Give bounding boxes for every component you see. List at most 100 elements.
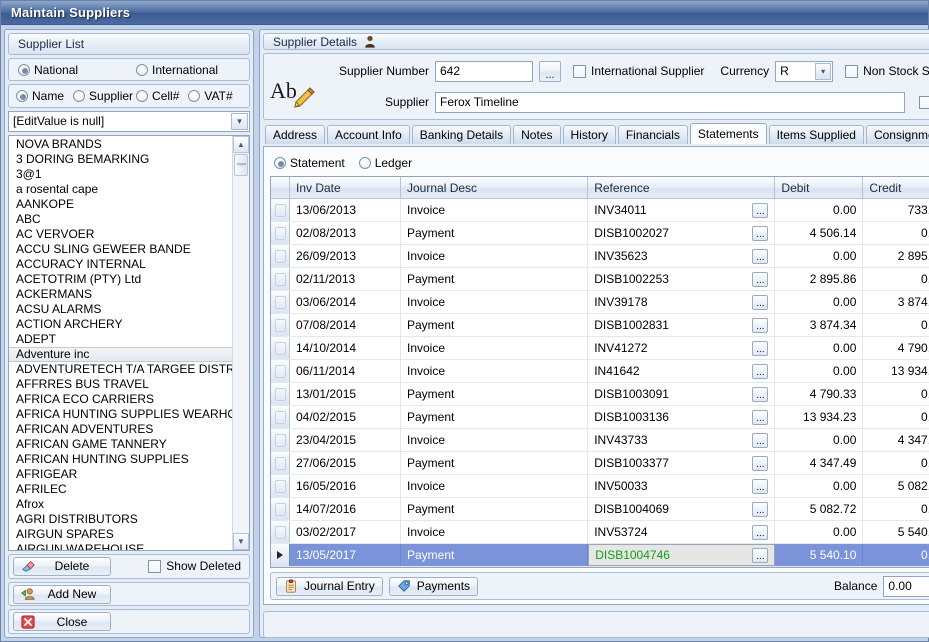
tab-statements[interactable]: Statements xyxy=(689,123,767,144)
list-item[interactable]: ACTION ARCHERY xyxy=(9,317,232,332)
list-item[interactable]: AIRGUN SPARES xyxy=(9,527,232,542)
table-row[interactable]: 27/06/2015 Payment DISB1003377... 4 347.49 0… xyxy=(271,452,929,475)
international-supplier-checkbox[interactable]: International Supplier xyxy=(573,64,704,78)
reference-ellipsis-button[interactable]: ... xyxy=(752,547,769,563)
non-stock-supplier-checkbox[interactable]: Non Stock Supplier xyxy=(845,64,929,78)
cell-credit[interactable]: 5 540.10 xyxy=(863,521,929,543)
radio-ledger[interactable]: Ledger xyxy=(358,156,412,170)
cell-journal-desc[interactable]: Invoice xyxy=(401,245,589,267)
statements-grid[interactable]: Inv Date Journal Desc Reference Debit Credit… xyxy=(270,176,929,568)
cell-credit[interactable]: 0.00 xyxy=(863,498,929,520)
cell-journal-desc[interactable]: Payment xyxy=(401,268,589,290)
reference-ellipsis-button[interactable]: ... xyxy=(752,478,769,494)
row-indicator-cell[interactable] xyxy=(271,291,290,313)
reference-ellipsis-button[interactable]: ... xyxy=(752,340,769,356)
tab-history[interactable]: History xyxy=(562,125,616,144)
table-row[interactable]: 03/02/2017 Invoice INV53724... 0.00 5 540.10… xyxy=(271,521,929,544)
tab-banking-details[interactable]: Banking Details xyxy=(411,125,512,144)
cell-credit[interactable]: 13 934.23 xyxy=(863,360,929,382)
list-item[interactable]: NOVA BRANDS xyxy=(9,137,232,152)
list-item[interactable]: AFRICA ECO CARRIERS xyxy=(9,392,232,407)
list-item[interactable]: AFRILEC xyxy=(9,482,232,497)
list-item[interactable]: ACETOTRIM (PTY) Ltd xyxy=(9,272,232,287)
cell-reference[interactable]: DISB1002253... xyxy=(588,268,776,290)
list-item[interactable]: 3 DORING BEMARKING xyxy=(9,152,232,167)
cell-reference[interactable]: INV41272... xyxy=(588,337,776,359)
row-indicator-cell[interactable] xyxy=(271,521,290,543)
row-indicator-cell[interactable] xyxy=(271,544,290,566)
cell-reference[interactable]: DISB1004746... xyxy=(588,544,776,566)
cell-credit[interactable]: 4 347.49 xyxy=(863,429,929,451)
cell-inv-date[interactable]: 14/07/2016 xyxy=(290,498,401,520)
table-row[interactable]: 04/02/2015 Payment DISB1003136... 13 934.23… xyxy=(271,406,929,429)
reference-ellipsis-button[interactable]: ... xyxy=(752,317,769,333)
list-item[interactable]: AGRI DISTRIBUTORS xyxy=(9,512,232,527)
cell-credit[interactable]: 3 874.34 xyxy=(863,291,929,313)
chevron-down-icon[interactable]: ▾ xyxy=(231,113,248,130)
tab-notes[interactable]: Notes xyxy=(513,125,561,144)
cell-inv-date[interactable]: 07/08/2014 xyxy=(290,314,401,336)
list-item[interactable]: AIRGUN WAREHOUSE xyxy=(9,542,232,550)
cell-inv-date[interactable]: 03/02/2017 xyxy=(290,521,401,543)
cell-debit[interactable]: 0.00 xyxy=(775,521,864,543)
cell-journal-desc[interactable]: Payment xyxy=(401,314,589,336)
tab-financials[interactable]: Financials xyxy=(617,125,688,144)
grid-column-header[interactable]: Credit xyxy=(863,177,929,198)
tab-consignment-stock[interactable]: Consignment Stock xyxy=(865,125,929,144)
cell-credit[interactable]: 0.00 xyxy=(863,406,929,428)
reference-ellipsis-button[interactable]: ... xyxy=(752,271,769,287)
reference-ellipsis-button[interactable]: ... xyxy=(752,248,769,264)
reference-ellipsis-button[interactable]: ... xyxy=(752,455,769,471)
cell-reference[interactable]: DISB1004069... xyxy=(588,498,776,520)
list-item[interactable]: AC VERVOER xyxy=(9,227,232,242)
list-item[interactable]: ADVENTURETECH T/A TARGEE DISTRIBUT xyxy=(9,362,232,377)
cell-debit[interactable]: 0.00 xyxy=(775,291,864,313)
cell-credit[interactable]: 733.56 xyxy=(863,199,929,221)
table-row[interactable]: 07/08/2014 Payment DISB1002831... 3 874.34 0… xyxy=(271,314,929,337)
cell-debit[interactable]: 4 790.33 xyxy=(775,383,864,405)
supplier-name-input[interactable]: Ferox Timeline xyxy=(435,91,905,113)
tab-address[interactable]: Address xyxy=(265,125,326,144)
cell-journal-desc[interactable]: Payment xyxy=(401,406,589,428)
cell-journal-desc[interactable]: Invoice xyxy=(401,475,589,497)
scroll-down-icon[interactable]: ▼ xyxy=(233,533,249,551)
cell-credit[interactable]: 2 895.86 xyxy=(863,245,929,267)
cell-debit[interactable]: 3 874.34 xyxy=(775,314,864,336)
table-row[interactable]: 13/01/2015 Payment DISB1003091... 4 790.33 0… xyxy=(271,383,929,406)
radio-vat[interactable]: VAT# xyxy=(188,89,233,103)
cell-inv-date[interactable]: 13/05/2017 xyxy=(290,544,401,566)
cell-credit[interactable]: 5 082.72 xyxy=(863,475,929,497)
cell-debit[interactable]: 5 082.72 xyxy=(775,498,864,520)
cell-journal-desc[interactable]: Invoice xyxy=(401,429,589,451)
radio-international[interactable]: International xyxy=(136,63,218,77)
table-row[interactable]: 06/11/2014 Invoice IN41642... 0.00 13 934.23… xyxy=(271,360,929,383)
cell-reference[interactable]: IN41642... xyxy=(588,360,776,382)
cell-inv-date[interactable]: 26/09/2013 xyxy=(290,245,401,267)
table-row[interactable]: 13/05/2017 Payment DISB1004746... 5 540.10 0… xyxy=(271,544,929,567)
table-row[interactable]: 14/07/2016 Payment DISB1004069... 5 082.72 0… xyxy=(271,498,929,521)
cell-reference[interactable]: DISB1003377... xyxy=(588,452,776,474)
cell-credit[interactable]: 0.00 xyxy=(863,383,929,405)
list-item[interactable]: ADEPT xyxy=(9,332,232,347)
grid-column-header[interactable]: Inv Date xyxy=(290,177,401,198)
scroll-up-icon[interactable]: ▲ xyxy=(233,135,249,153)
supplier-list-scrollbar[interactable]: ▲ ══ ▼ xyxy=(232,135,249,551)
cell-journal-desc[interactable]: Payment xyxy=(401,498,589,520)
cell-journal-desc[interactable]: Payment xyxy=(401,544,589,566)
grid-column-header[interactable]: Journal Desc xyxy=(401,177,589,198)
table-row[interactable]: 13/06/2013InvoiceINV34011...0.00733.564 … xyxy=(271,199,929,222)
cell-inv-date[interactable]: 03/06/2014 xyxy=(290,291,401,313)
cell-debit[interactable]: 0.00 xyxy=(775,337,864,359)
cell-reference[interactable]: INV43733... xyxy=(588,429,776,451)
list-item[interactable]: AFRICAN HUNTING SUPPLIES xyxy=(9,452,232,467)
table-row[interactable]: 23/04/2015 Invoice INV43733... 0.00 4 347.49… xyxy=(271,429,929,452)
list-item[interactable]: ACCURACY INTERNAL xyxy=(9,257,232,272)
cell-reference[interactable]: INV34011... xyxy=(588,199,776,221)
row-indicator-cell[interactable] xyxy=(271,383,290,405)
reference-ellipsis-button[interactable]: ... xyxy=(752,409,769,425)
cell-debit[interactable]: 2 895.86 xyxy=(775,268,864,290)
cell-inv-date[interactable]: 04/02/2015 xyxy=(290,406,401,428)
cell-debit[interactable]: 4 506.14 xyxy=(775,222,864,244)
reference-ellipsis-button[interactable]: ... xyxy=(752,386,769,402)
table-row[interactable]: 03/06/2014 Invoice INV39178... 0.00 3 874.34… xyxy=(271,291,929,314)
